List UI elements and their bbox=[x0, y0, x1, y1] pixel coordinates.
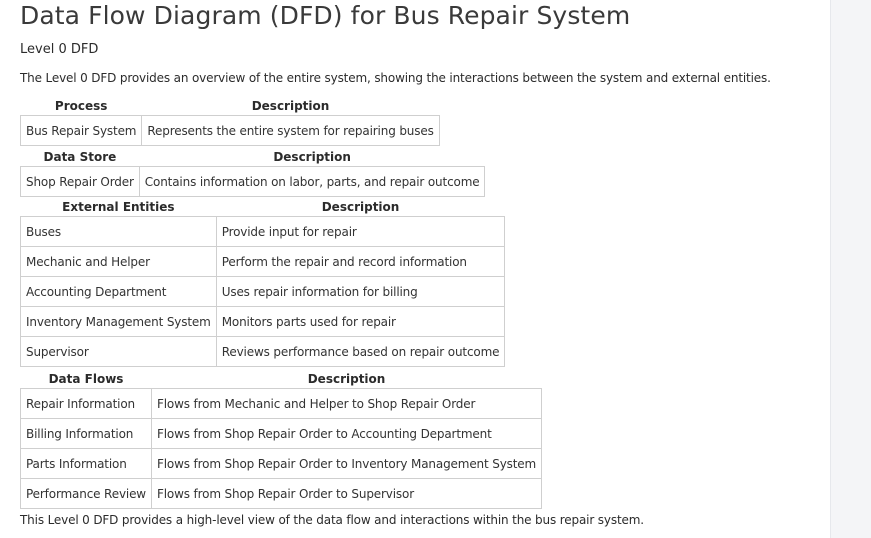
table-row: Repair Information Flows from Mechanic an… bbox=[20, 388, 543, 419]
description-cell: Flows from Mechanic and Helper to Shop R… bbox=[150, 388, 543, 419]
description-cell: Provide input for repair bbox=[215, 216, 506, 247]
description-cell: Uses repair information for billing bbox=[215, 276, 506, 307]
data-store-table: Data Store Description Shop Repair Order Co… bbox=[20, 148, 486, 197]
section-heading: Level 0 DFD bbox=[20, 42, 99, 57]
column-header: External Entities bbox=[62, 200, 175, 214]
closing-paragraph: This Level 0 DFD provides a high-level v… bbox=[20, 513, 644, 527]
table-row: Bus Repair System Represents the entire s… bbox=[19, 115, 440, 146]
column-header: Description bbox=[273, 150, 351, 164]
table-row: Accounting Department Uses repair informa… bbox=[20, 276, 506, 307]
name-cell: Bus Repair System bbox=[19, 115, 143, 146]
description-cell: Flows from Shop Repair Order to Inventor… bbox=[150, 448, 543, 479]
table-row: Mechanic and Helper Perform the repair an… bbox=[20, 246, 506, 277]
table-row: Inventory Management System Monitors part… bbox=[20, 306, 506, 337]
column-header: Description bbox=[251, 99, 330, 113]
name-cell: Accounting Department bbox=[20, 276, 217, 307]
description-cell: Represents the entire system for repairi… bbox=[141, 115, 440, 146]
description-cell: Contains information on labor, parts, an… bbox=[138, 166, 486, 197]
name-cell: Performance Review bbox=[20, 478, 152, 509]
table-header-row: External Entities Description bbox=[21, 198, 505, 217]
page-title: Data Flow Diagram (DFD) for Bus Repair S… bbox=[20, 1, 631, 30]
table-row: Shop Repair Order Contains information on… bbox=[20, 166, 486, 197]
name-cell: Mechanic and Helper bbox=[20, 246, 217, 277]
table-row: Billing Information Flows from Shop Repai… bbox=[20, 418, 543, 449]
process-table: Process Description Bus Repair System Repre… bbox=[19, 97, 440, 146]
intro-paragraph: The Level 0 DFD provides an overview of … bbox=[20, 71, 771, 85]
column-header: Data Store bbox=[43, 150, 117, 164]
name-cell: Shop Repair Order bbox=[20, 166, 140, 197]
column-header: Data Flows bbox=[48, 372, 124, 386]
table-row: Supervisor Reviews performance based on r… bbox=[20, 336, 506, 367]
description-cell: Monitors parts used for repair bbox=[215, 306, 506, 337]
name-cell: Parts Information bbox=[20, 448, 152, 479]
name-cell: Billing Information bbox=[20, 418, 152, 449]
right-side-panel bbox=[830, 0, 871, 538]
name-cell: Supervisor bbox=[20, 336, 217, 367]
description-cell: Flows from Shop Repair Order to Supervis… bbox=[150, 478, 543, 509]
name-cell: Repair Information bbox=[20, 388, 152, 419]
name-cell: Inventory Management System bbox=[20, 306, 217, 337]
table-row: Parts Information Flows from Shop Repair … bbox=[20, 448, 543, 479]
description-cell: Flows from Shop Repair Order to Accounti… bbox=[150, 418, 543, 449]
column-header: Description bbox=[321, 200, 400, 214]
external-entities-table: External Entities Description Buses Provide… bbox=[20, 198, 506, 367]
table-header-row: Process Description bbox=[21, 97, 440, 116]
table-header-row: Data Store Description bbox=[21, 148, 485, 167]
table-header-row: Data Flows Description bbox=[21, 370, 542, 389]
data-flows-table: Data Flows Description Repair Information F… bbox=[20, 370, 543, 509]
name-cell: Buses bbox=[20, 216, 217, 247]
column-header: Process bbox=[54, 99, 108, 113]
description-cell: Reviews performance based on repair outc… bbox=[215, 336, 506, 367]
column-header: Description bbox=[307, 372, 386, 386]
table-row: Performance Review Flows from Shop Repair… bbox=[20, 478, 543, 509]
table-row: Buses Provide input for repair bbox=[20, 216, 506, 247]
description-cell: Perform the repair and record informatio… bbox=[215, 246, 506, 277]
